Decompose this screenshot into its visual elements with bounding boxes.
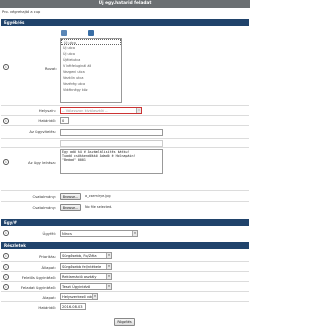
- chevron-down-icon: ▾: [132, 231, 137, 236]
- owner-select[interactable]: Reklamáció osztály ▾: [60, 273, 112, 280]
- file2-label: Csatolmány:: [32, 205, 56, 210]
- base-select[interactable]: Helyszerkező vár ▾: [60, 293, 98, 300]
- row-file-2: Csatolmány: Browse... No file selected.: [1, 201, 249, 212]
- row-spacer: [1, 138, 249, 147]
- row-status: i Állapot: Sürgősebb fel/ntékele ▾: [1, 261, 249, 271]
- assignee-select[interactable]: Teszt Ügyintéző ▾: [60, 283, 112, 290]
- base-label: Alapot:: [42, 295, 56, 300]
- info-icon[interactable]: i: [3, 253, 9, 259]
- due-label: Határidő:: [38, 305, 56, 310]
- info-icon[interactable]: i: [3, 230, 9, 236]
- section-header-details: Részletek: [1, 242, 249, 249]
- row-description: i Az ügy leírása: Egy adó kü é Aszámláli…: [1, 147, 249, 175]
- deadline-label: Határidő:: [38, 118, 56, 123]
- file1-label: Csatolmány:: [32, 194, 56, 199]
- location-select[interactable]: -- Válasszon kiválasztót -- ▾: [60, 107, 142, 114]
- extra-input[interactable]: [60, 140, 163, 147]
- info-icon[interactable]: i: [3, 159, 9, 165]
- assignee-label: Feladat ügyintéző:: [20, 285, 56, 290]
- info-icon[interactable]: i: [3, 284, 9, 290]
- file1-name: a_csemirye.jpg: [85, 194, 111, 198]
- owner-value: Reklamáció osztály: [62, 275, 97, 279]
- row-client: i Ügyfél: Nincs ▾: [1, 228, 249, 239]
- section-header-copy: Egy/#: [1, 219, 249, 226]
- list-item[interactable]: Vidéknégy köz: [61, 87, 121, 93]
- client-label: Ügyfél:: [42, 231, 56, 236]
- priority-select[interactable]: Sürgősebb, Fo/Zéla ▾: [60, 252, 112, 259]
- section-header-general: Egyéb/és: [1, 19, 249, 26]
- status-value: Sürgősebb fel/ntékele: [62, 265, 102, 269]
- rovat-label: Rovat:: [44, 66, 57, 71]
- browse-button[interactable]: Browse...: [60, 193, 81, 200]
- location-placeholder: -- Válasszon kiválasztót --: [62, 109, 108, 113]
- chevron-down-icon: ▾: [92, 294, 97, 299]
- browse-button[interactable]: Browse...: [60, 204, 81, 211]
- client-value: Nincs: [62, 232, 72, 236]
- chevron-down-icon: ▾: [106, 274, 111, 279]
- submit-button[interactable]: Rögzítés: [114, 318, 135, 326]
- tab-icon-1[interactable]: [61, 30, 67, 36]
- row-assignee: i Feladat ügyintéző: Teszt Ügyintéző ▾: [1, 281, 249, 291]
- priority-label: Prioritás:: [39, 254, 56, 259]
- chevron-down-icon: ▾: [106, 253, 111, 258]
- due-input[interactable]: 2016.08.03: [60, 303, 86, 310]
- owner-label: Felelős ügyintéző:: [21, 275, 56, 280]
- row-subject: Az ügyvitelés:: [1, 125, 249, 138]
- row-deadline: i Határidő: 0: [1, 115, 249, 125]
- priority-value: Sürgősebb, Fo/Zéla: [62, 254, 97, 258]
- client-select[interactable]: Nincs ▾: [60, 230, 138, 237]
- status-label: Állapot:: [41, 265, 56, 270]
- description-textarea[interactable]: Egy adó kü é Aszámlálisítés kátku! Tuadó…: [60, 149, 163, 174]
- chevron-down-icon: ▾: [106, 284, 111, 289]
- subject-label: Az ügyvitelés:: [29, 129, 56, 134]
- chevron-down-icon: ▾: [136, 108, 141, 113]
- row-location: Helyszín: -- Válasszon kiválasztót -- ▾: [1, 105, 249, 115]
- info-icon[interactable]: i: [3, 64, 9, 70]
- window-subtitle: Pro. végrehajtó a cup: [2, 10, 41, 14]
- deadline-input[interactable]: 0: [60, 117, 69, 124]
- chevron-down-icon: ▾: [106, 264, 111, 269]
- location-label: Helyszín:: [38, 108, 56, 113]
- street-list[interactable]: Új utca Új utca Új utca Újéletutca V két…: [60, 38, 122, 103]
- info-icon[interactable]: i: [3, 274, 9, 280]
- info-icon[interactable]: i: [3, 264, 9, 270]
- info-icon[interactable]: i: [3, 118, 9, 124]
- status-select[interactable]: Sürgősebb fel/ntékele ▾: [60, 263, 112, 270]
- row-base: Alapot: Helyszerkező vár ▾: [1, 291, 249, 301]
- tab-icon-2[interactable]: [88, 30, 94, 36]
- description-label: Az ügy leírása:: [28, 160, 56, 165]
- row-due: Határidő: 2016.08.03: [1, 301, 249, 311]
- window-title: Új egy.hatarid feladat: [0, 0, 250, 8]
- base-value: Helyszerkező vár: [62, 295, 93, 299]
- row-file-1: Csatolmány: Browse... a_csemirye.jpg: [1, 190, 249, 201]
- row-owner: i Felelős ügyintéző: Reklamáció osztály …: [1, 271, 249, 281]
- file2-name: No file selected.: [85, 205, 113, 209]
- assignee-value: Teszt Ügyintéző: [62, 285, 91, 289]
- row-priority: i Prioritás: Sürgősebb, Fo/Zéla ▾: [1, 251, 249, 261]
- subject-input[interactable]: [60, 129, 163, 136]
